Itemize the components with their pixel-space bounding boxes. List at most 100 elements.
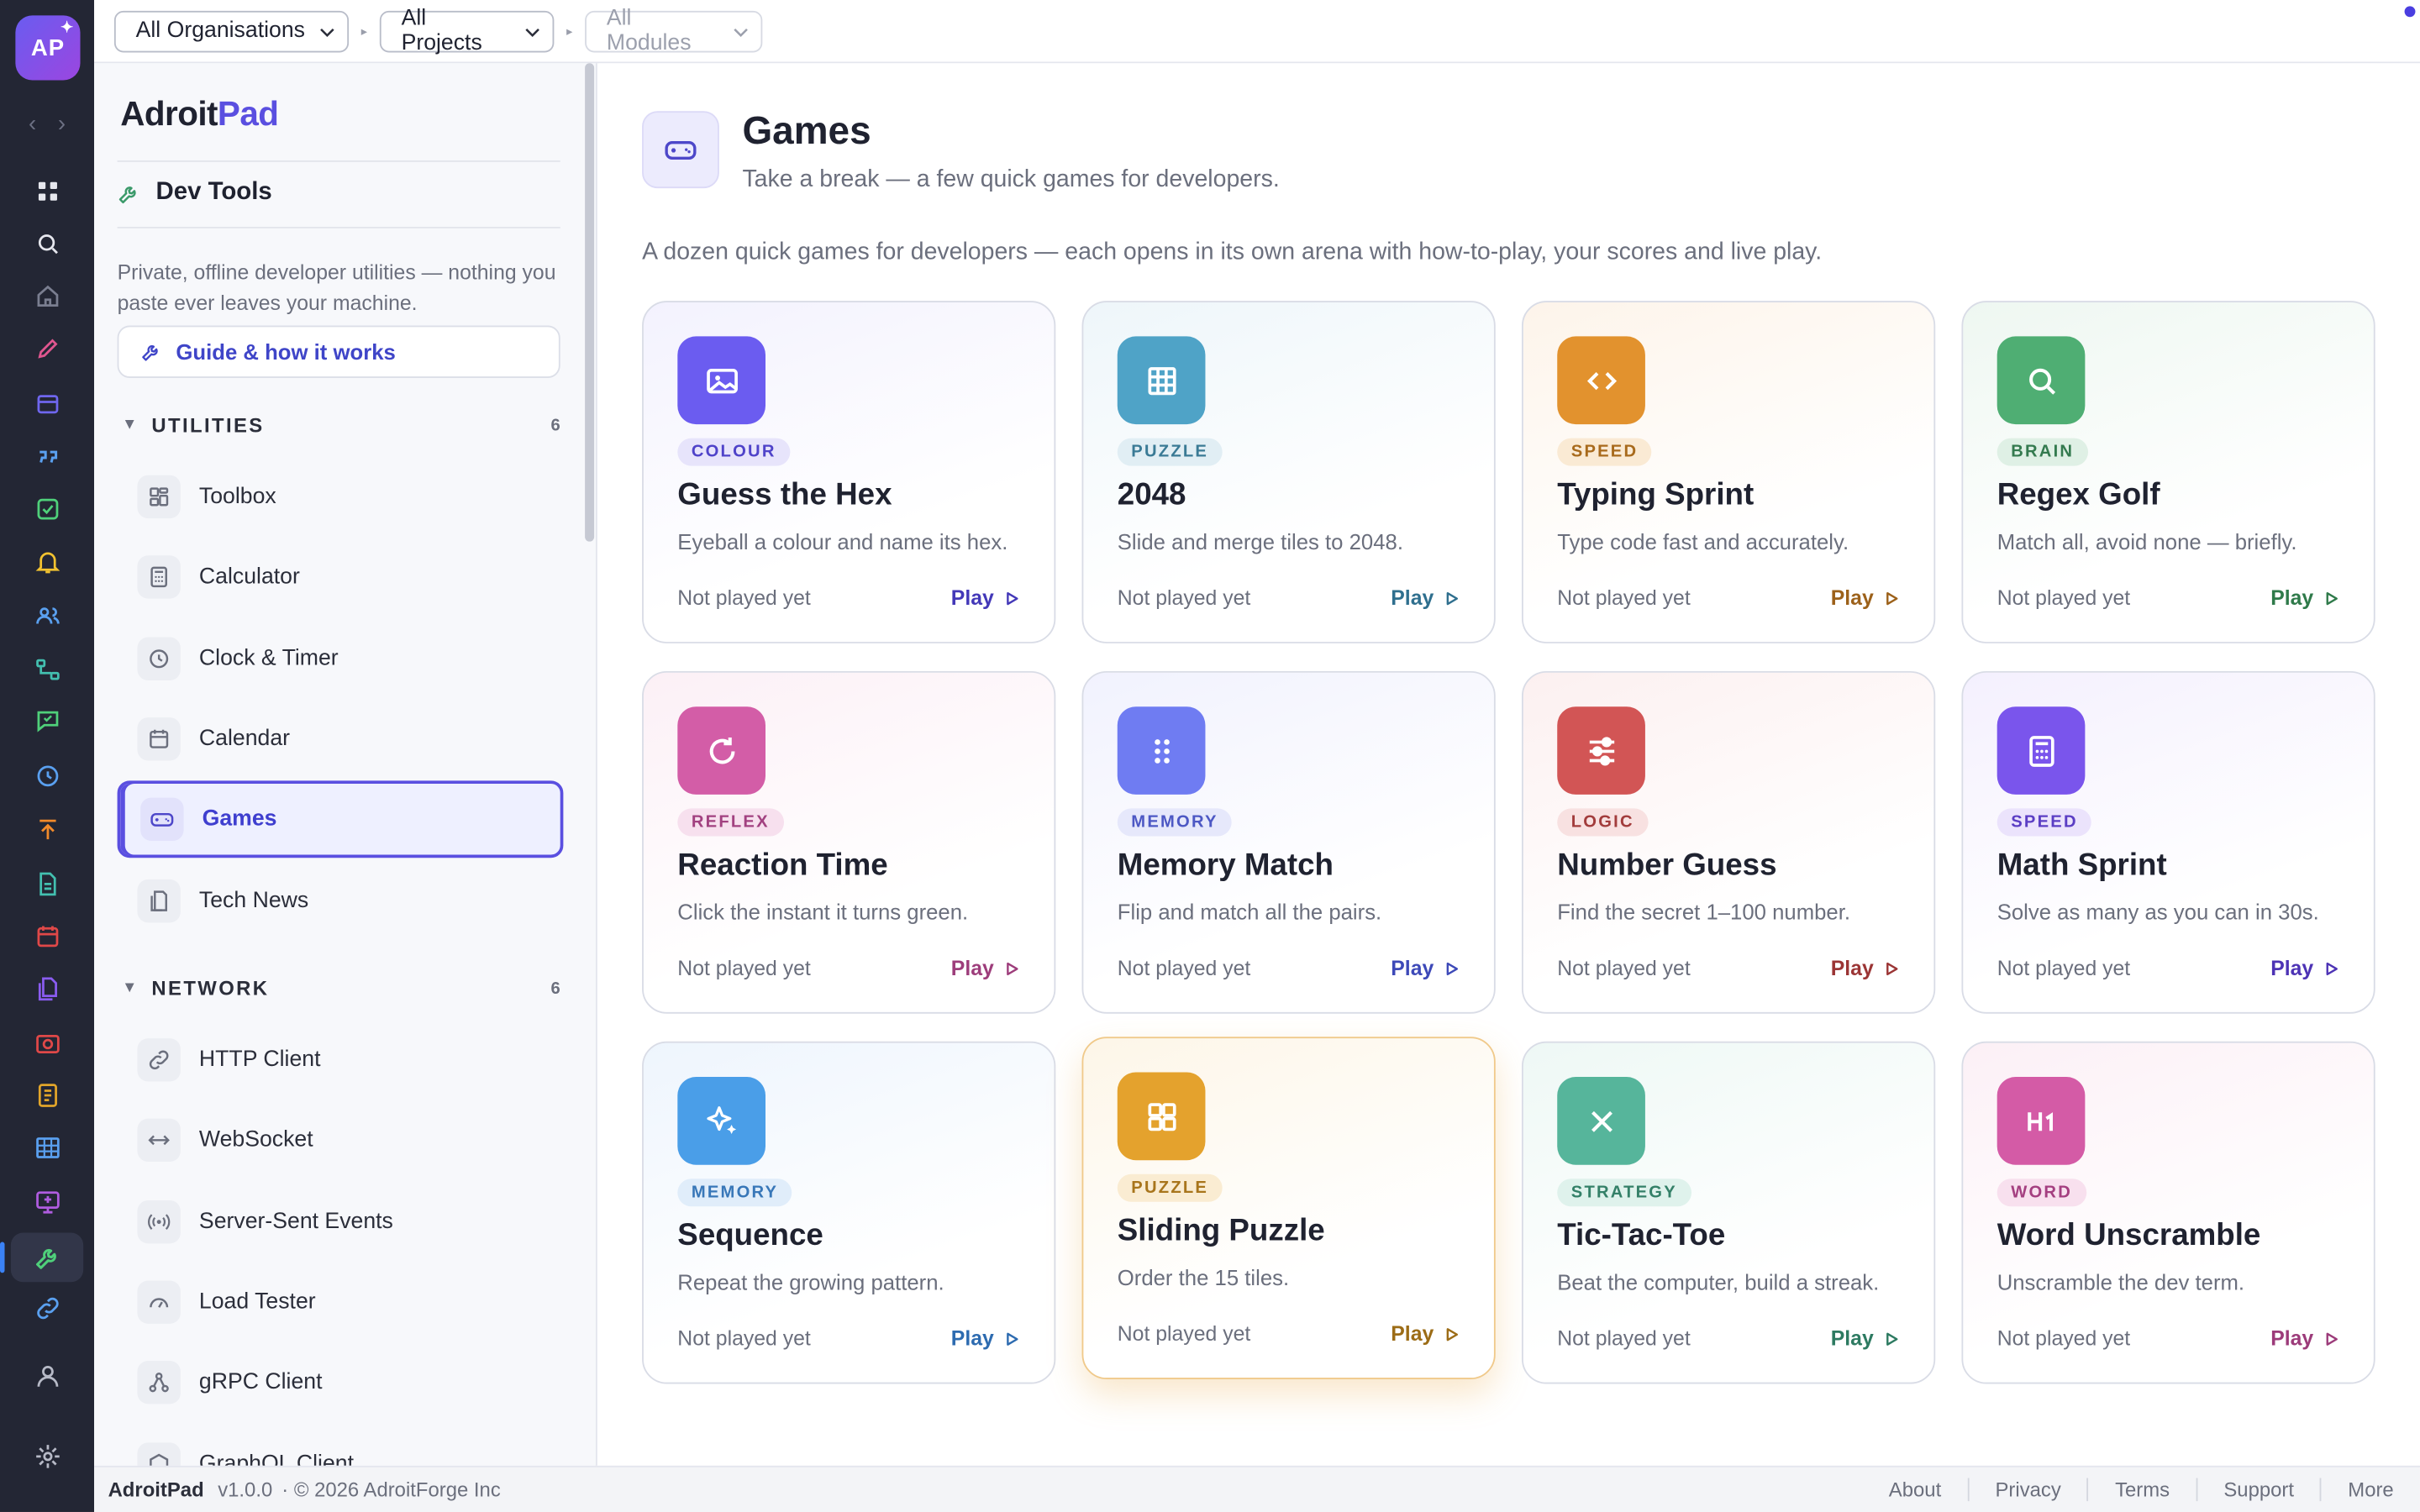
gear-icon[interactable] [0,1431,94,1481]
search-icon[interactable] [0,219,94,269]
sidebar-item-grpc-client[interactable]: gRPC Client [118,1344,564,1421]
game-category-tag: SPEED [1557,438,1652,466]
play-button-label: Play [2270,585,2314,610]
sidebar-item-http-client[interactable]: HTTP Client [118,1021,564,1099]
game-card[interactable]: SPEED Typing Sprint Type code fast and acc… [1521,301,1936,643]
game-card[interactable]: WORD Word Unscramble Unscramble the dev te… [1961,1041,2375,1384]
game-card[interactable]: LOGIC Number Guess Find the secret 1–100 n… [1521,670,1936,1014]
sidebar-item-calculator[interactable]: Calculator [118,539,564,617]
project-select[interactable]: All Projects [379,6,555,55]
play-button[interactable]: Play [1391,957,1460,979]
footer-link-more[interactable]: More [2320,1478,2420,1502]
chat-icon[interactable] [0,696,94,745]
sidebar-item-clock-timer[interactable]: Clock & Timer [118,620,564,697]
play-button[interactable]: Play [1831,586,1900,609]
play-button[interactable]: Play [951,1327,1020,1350]
screen-icon[interactable] [0,1177,94,1226]
chevron-down-icon: ▼ [122,979,139,997]
sidebar-item-calendar[interactable]: Calendar [118,701,564,778]
play-button-label: Play [1391,1322,1434,1346]
play-button[interactable]: Play [951,957,1020,979]
camera-icon[interactable] [0,1018,94,1068]
play-icon [1886,1331,1898,1345]
back-arrow-icon[interactable]: ‹ [29,111,36,137]
link-icon[interactable] [0,1284,94,1333]
game-card[interactable]: PUZZLE Sliding Puzzle Order the 15 tiles. N… [1081,1037,1496,1380]
sidebar-item-graphql-client[interactable]: GraphQL Client [118,1425,564,1466]
game-category-tag: REFLEX [677,808,784,837]
game-description: Slide and merge tiles to 2048. [1117,528,1403,554]
section-network-count: 6 [550,979,560,998]
files-icon[interactable] [0,964,94,1014]
sidebar-item-load-tester[interactable]: Load Tester [118,1263,564,1341]
play-icon [1007,1331,1018,1345]
sidebar-item-games[interactable]: Games [117,780,564,858]
home-icon[interactable] [0,271,94,321]
play-button[interactable]: Play [2270,585,2339,610]
section-utilities[interactable]: ▼ UTILITIES 6 [122,413,560,437]
play-button[interactable]: Play [1831,957,1900,979]
user-icon[interactable] [0,1352,94,1401]
play-button-label: Play [1830,1326,1874,1351]
game-title: Regex Golf [1996,478,2160,512]
game-status: Not played yet [1996,585,2131,610]
footer-link-support[interactable]: Support [2196,1478,2320,1502]
calendar-icon [137,717,181,761]
document-icon[interactable] [0,859,94,909]
play-button[interactable]: Play [2270,957,2339,979]
left-rail: AP ✦ ‹ › [0,0,95,1512]
upload-icon[interactable] [0,806,94,855]
game-card[interactable]: MEMORY Sequence Repeat the growing pattern… [642,1041,1056,1384]
sidebar-item-tech-news[interactable]: Tech News [118,862,564,939]
bell-icon[interactable] [0,537,94,586]
sidebar-item-label: WebSocket [198,1128,313,1153]
game-category-tag: COLOUR [677,438,791,466]
users-icon[interactable] [0,591,94,640]
play-button[interactable]: Play [1391,1322,1460,1346]
clock-icon[interactable] [0,751,94,801]
flow-icon[interactable] [0,645,94,695]
pencil-icon[interactable] [0,324,94,374]
app-logo[interactable]: AP ✦ [15,15,81,81]
footer-link-about[interactable]: About [1863,1478,1968,1502]
play-button[interactable]: Play [1830,1326,1900,1351]
breadcrumb-separator: ▸ [566,24,573,38]
apps-grid-icon[interactable] [0,166,94,216]
game-card[interactable]: MEMORY Memory Match Flip and match all the… [1081,670,1496,1014]
forward-arrow-icon[interactable]: › [58,111,66,137]
wrench-icon[interactable] [0,1232,84,1283]
footer-link-privacy[interactable]: Privacy [1967,1478,2087,1502]
play-button[interactable]: Play [2270,1327,2339,1350]
game-card[interactable]: BRAIN Regex Golf Match all, avoid none — b… [1961,301,2375,643]
module-select-value: All Modules [606,6,692,56]
notebook-icon[interactable] [0,1071,94,1121]
sidebar-item-server-sent-events[interactable]: Server-Sent Events [118,1183,564,1260]
game-title: Guess the Hex [677,478,892,512]
gamepad-icon [642,111,719,189]
footer-link-terms[interactable]: Terms [2087,1478,2196,1502]
game-card[interactable]: STRATEGY Tic-Tac-Toe Beat the computer, bu… [1521,1041,1936,1384]
sidebar-scrollbar[interactable] [585,63,595,542]
organisation-select[interactable]: All Organisations [113,9,350,52]
sidebar-item-label: Calculator [198,564,300,591]
game-card[interactable]: PUZZLE 2048 Slide and merge tiles to 2048.… [1081,301,1496,643]
play-button[interactable]: Play [1391,586,1460,609]
play-button[interactable]: Play [951,586,1020,609]
table-icon[interactable] [0,1123,94,1173]
sidebar-item-websocket[interactable]: WebSocket [118,1102,564,1179]
check-square-icon[interactable] [0,485,94,534]
code-icon [1557,336,1645,425]
quote-icon[interactable] [0,432,94,481]
calendar-icon[interactable] [0,911,94,961]
sidebar-item-toolbox[interactable]: Toolbox [118,458,564,535]
game-card[interactable]: SPEED Math Sprint Solve as many as you can… [1961,670,2375,1014]
inbox-icon[interactable] [0,380,94,429]
guide-button[interactable]: Guide & how it works [117,325,560,378]
sidebar-item-label: GraphQL Client [198,1451,355,1466]
game-category-tag: MEMORY [677,1179,792,1207]
calculator-icon [137,555,181,600]
module-select[interactable]: All Modules [585,6,763,55]
game-card[interactable]: REFLEX Reaction Time Click the instant it … [642,670,1056,1014]
section-network[interactable]: ▼ NETWORK 6 [122,977,560,1000]
game-card[interactable]: COLOUR Guess the Hex Eyeball a colour and … [642,301,1056,643]
